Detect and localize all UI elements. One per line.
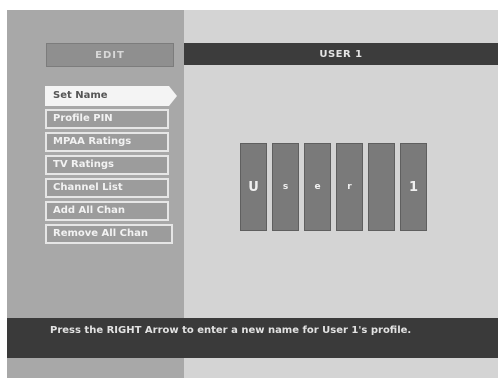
- screen: EDIT Set Name Profile PIN MPAA Ratings T…: [7, 10, 498, 378]
- menu-item-add-all-chan[interactable]: Add All Chan: [45, 201, 169, 221]
- name-char-3[interactable]: e: [304, 143, 331, 231]
- name-char-1[interactable]: U: [240, 143, 267, 231]
- menu-item-tv-ratings[interactable]: TV Ratings: [45, 155, 169, 175]
- bottom-strip-right: [184, 358, 498, 378]
- menu-item-channel-list[interactable]: Channel List: [45, 178, 169, 198]
- name-char-4[interactable]: r: [336, 143, 363, 231]
- left-panel: EDIT Set Name Profile PIN MPAA Ratings T…: [7, 10, 184, 318]
- bottom-strip-left: [7, 358, 184, 378]
- help-message: Press the RIGHT Arrow to enter a new nam…: [7, 318, 498, 358]
- edit-label: EDIT: [46, 43, 174, 67]
- name-char-2[interactable]: s: [272, 143, 299, 231]
- menu-item-set-name[interactable]: Set Name: [45, 86, 177, 106]
- name-char-5[interactable]: [368, 143, 395, 231]
- name-entry[interactable]: U s e r 1: [240, 143, 427, 231]
- menu-item-mpaa-ratings[interactable]: MPAA Ratings: [45, 132, 169, 152]
- name-char-6[interactable]: 1: [400, 143, 427, 231]
- bottom-strip: [7, 358, 498, 378]
- user-title-bar: USER 1: [184, 43, 498, 65]
- menu-item-remove-all-chan[interactable]: Remove All Chan: [45, 224, 173, 244]
- menu-item-profile-pin[interactable]: Profile PIN: [45, 109, 169, 129]
- edit-menu: Set Name Profile PIN MPAA Ratings TV Rat…: [45, 86, 185, 247]
